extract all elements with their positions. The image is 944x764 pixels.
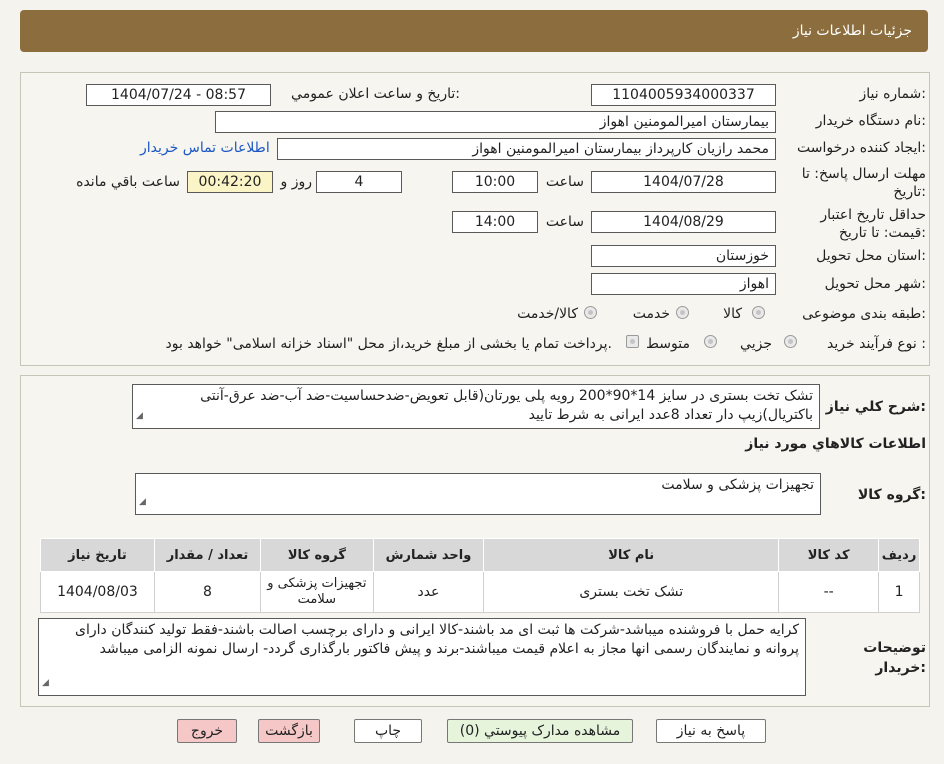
- col-header-quantity: تعداد / مقدار: [153, 538, 262, 572]
- resize-grip-icon: ◢: [42, 678, 49, 688]
- validity-time-label: ساعت: [545, 214, 584, 230]
- buyer-org-field: بیمارستان امیرالمومنین اهواز: [215, 111, 776, 133]
- goods-group-label: گروه کالا:: [857, 487, 926, 503]
- attachments-button[interactable]: مشاهده مدارک پيوستي (0): [447, 719, 633, 743]
- cell-date: 1404/08/03: [40, 571, 155, 613]
- page-header: جزئیات اطلاعات نیاز: [20, 10, 928, 52]
- buyer-org-label: نام دستگاه خريدار:: [815, 113, 926, 129]
- cell-code: --: [778, 571, 880, 613]
- cell-group: تجهیزات پزشکی و سلامت: [260, 571, 374, 613]
- announce-label: تاریخ و ساعت اعلان عمومي:: [291, 86, 460, 102]
- contact-buyer-link[interactable]: اطلاعات تماس خريدار: [140, 140, 270, 156]
- days-field: 4: [316, 171, 402, 193]
- col-header-date: تاریخ نیاز: [40, 538, 155, 572]
- back-button[interactable]: بازگشت: [258, 719, 320, 743]
- col-header-group: گروه کالا: [260, 538, 374, 572]
- table-row: 1 -- تشک تخت بستری عدد تجهیزات پزشکی و س…: [40, 571, 920, 613]
- cell-name: تشک تخت بستری: [483, 571, 780, 613]
- validity-label: حداقل تاریخ اعتبار قیمت: تا تاریخ:: [820, 207, 926, 241]
- process-radio-medium[interactable]: [704, 335, 717, 348]
- resize-grip-icon: ◢: [136, 411, 143, 421]
- category-label: طبقه بندی موضوعی:: [802, 306, 926, 322]
- city-label: شهر محل تحویل:: [824, 276, 926, 292]
- summary-textarea: تشک تخت بستری در سایز 14*90*200 رویه پلی…: [132, 384, 820, 429]
- table-header-row: رديف کد کالا نام کالا واحد شمارش گروه کا…: [40, 538, 920, 572]
- summary-label: شرح کلي نياز:: [825, 399, 926, 415]
- col-header-unit: واحد شمارش: [372, 538, 485, 572]
- category-radio-both[interactable]: [584, 306, 597, 319]
- validity-date-field: 1404/08/29: [591, 211, 776, 233]
- col-header-row-number: رديف: [878, 538, 920, 572]
- announce-field: 1404/07/24 - 08:57: [86, 84, 271, 106]
- cell-quantity: 8: [153, 571, 262, 613]
- days-label: روز و: [280, 174, 313, 190]
- goods-group-field: تجهیزات پزشکی و سلامت ◢: [135, 473, 821, 515]
- col-header-code: کد کالا: [778, 538, 880, 572]
- reply-button[interactable]: پاسخ به نياز: [656, 719, 766, 743]
- notes-textarea: کرایه حمل با فروشنده میباشد-شرکت ها ثبت …: [38, 618, 806, 696]
- category-option-both: کالا/خدمت: [517, 306, 578, 322]
- deadline-label: مهلت ارسال پاسخ: تا تاریخ:: [801, 166, 926, 200]
- deadline-time-label: ساعت: [545, 174, 584, 190]
- cell-unit: عدد: [372, 571, 485, 613]
- exit-button[interactable]: خروج: [177, 719, 237, 743]
- process-radio-small[interactable]: [784, 335, 797, 348]
- remaining-label: ساعت باقي مانده: [76, 174, 180, 190]
- notes-label: توضيحات خريدار:: [863, 640, 926, 676]
- cell-row-number: 1: [878, 571, 920, 613]
- province-label: استان محل تحویل:: [816, 248, 926, 264]
- requester-label: ایجاد کننده درخواست:: [797, 140, 926, 156]
- process-option-small: جزیي: [740, 336, 772, 352]
- process-label: نوع فرآیند خرید :: [827, 336, 926, 352]
- col-header-name: نام کالا: [483, 538, 780, 572]
- province-field: خوزستان: [591, 245, 776, 267]
- need-number-label: شماره نیاز:: [859, 86, 926, 102]
- payment-checkbox[interactable]: [626, 335, 639, 348]
- need-number-field: 1104005934000337: [591, 84, 776, 106]
- deadline-time-field: 10:00: [452, 171, 538, 193]
- summary-text: تشک تخت بستری در سایز 14*90*200 رویه پلی…: [200, 388, 813, 423]
- category-radio-goods[interactable]: [752, 306, 765, 319]
- remaining-time-field: 00:42:20: [187, 171, 273, 193]
- notes-text: کرایه حمل با فروشنده میباشد-شرکت ها ثبت …: [75, 622, 799, 657]
- validity-time-field: 14:00: [452, 211, 538, 233]
- print-button[interactable]: چاپ: [354, 719, 422, 743]
- goods-section-title: اطلاعات کالاهاي مورد نياز: [745, 436, 926, 452]
- city-field: اهواز: [591, 273, 776, 295]
- category-radio-service[interactable]: [676, 306, 689, 319]
- category-option-service: خدمت: [632, 306, 670, 322]
- items-table: رديف کد کالا نام کالا واحد شمارش گروه کا…: [40, 538, 920, 613]
- deadline-date-field: 1404/07/28: [591, 171, 776, 193]
- requester-field: محمد رازیان کارپرداز بیمارستان امیرالموم…: [277, 138, 776, 160]
- payment-note: پرداخت تمام یا بخشی از مبلغ خرید،از محل …: [165, 336, 612, 352]
- process-option-medium: متوسط: [646, 336, 690, 352]
- goods-group-value: تجهیزات پزشکی و سلامت: [661, 477, 814, 493]
- page-title: جزئیات اطلاعات نیاز: [792, 23, 912, 39]
- resize-grip-icon: ◢: [139, 497, 146, 507]
- category-option-goods: کالا: [723, 306, 742, 322]
